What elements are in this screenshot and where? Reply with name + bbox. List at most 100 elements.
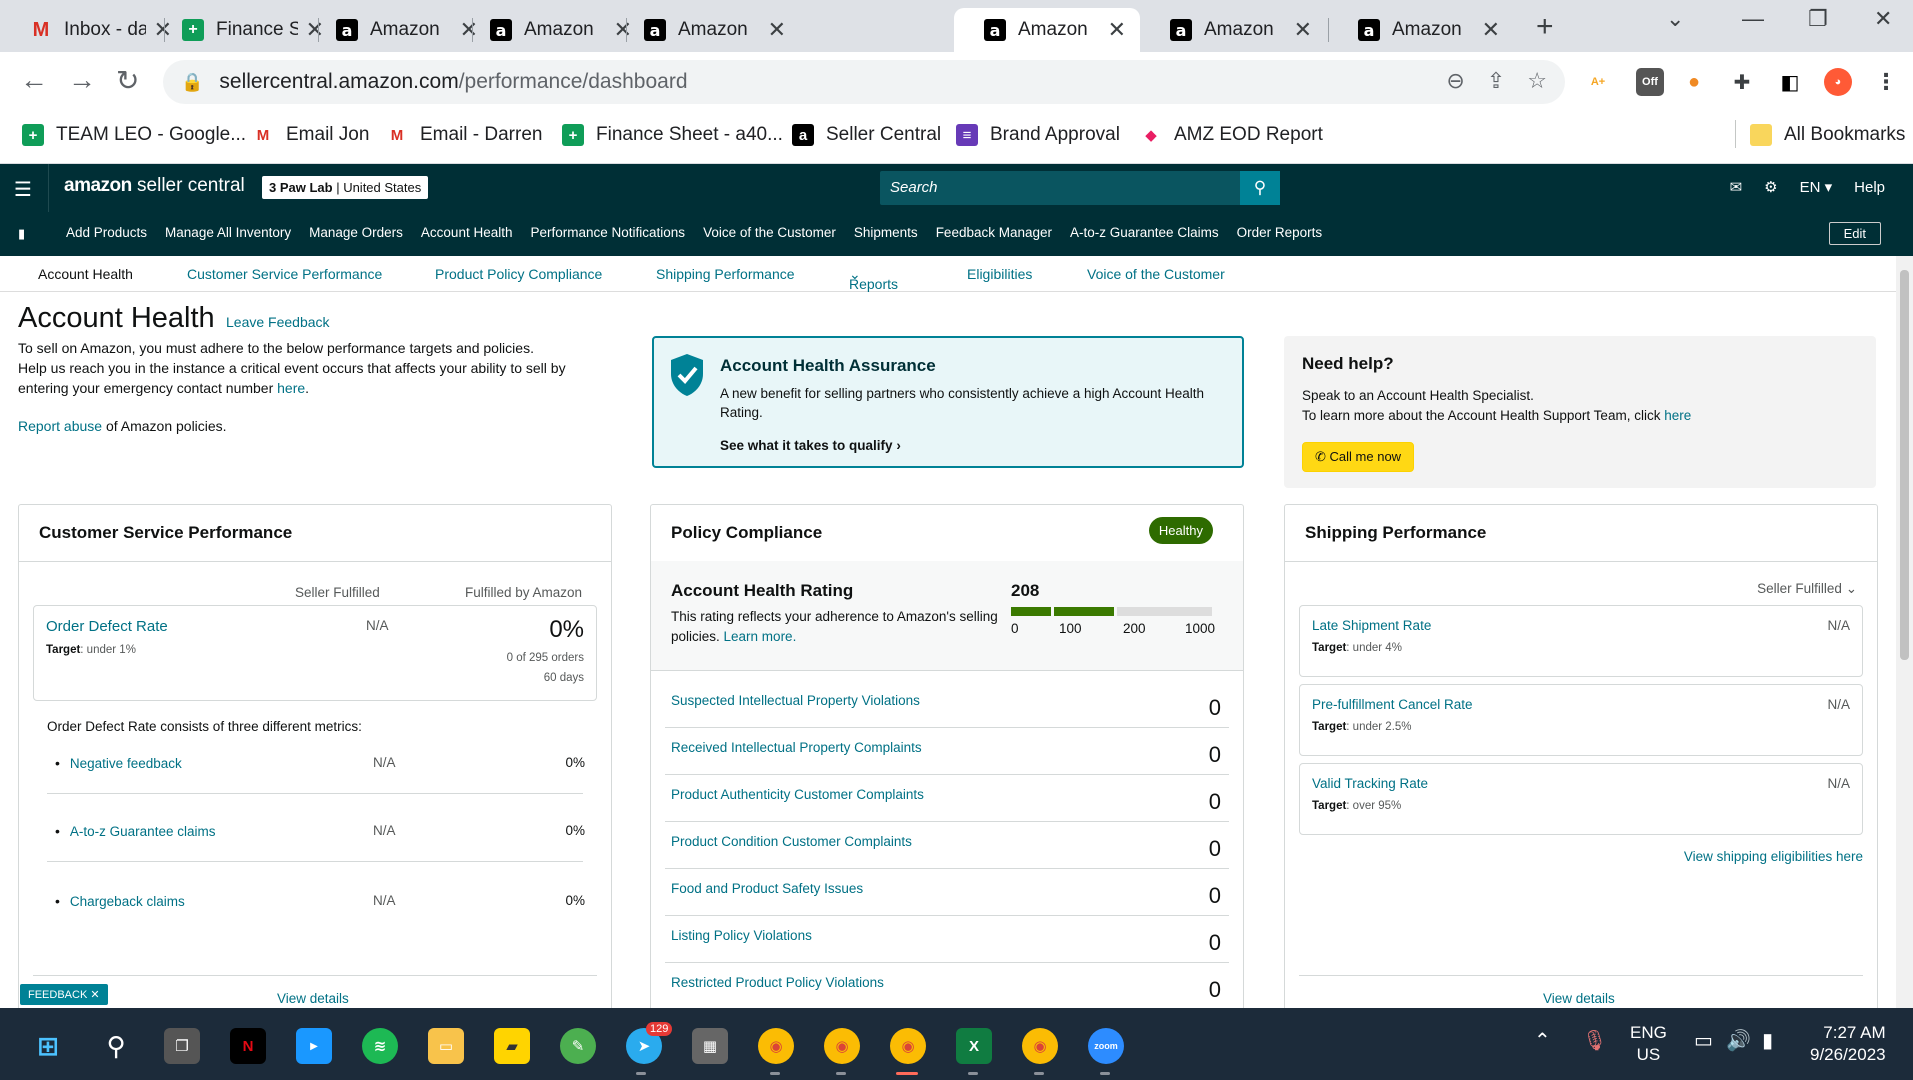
close-window-icon[interactable]: ✕ [1874, 6, 1892, 32]
network-icon[interactable]: ▭ [1694, 1030, 1713, 1052]
back-icon[interactable]: ← [20, 64, 48, 96]
shipping-eligibilities-link[interactable]: View shipping eligibilities here [1684, 849, 1863, 864]
bookmark-item[interactable]: ◆ AMZ EOD Report [1140, 124, 1323, 146]
nav-manage-inventory[interactable]: Manage All Inventory [165, 225, 291, 240]
negative-feedback-link[interactable]: Negative feedback [55, 755, 182, 771]
browser-tab[interactable]: a Amazon ✕ [614, 8, 800, 52]
subnav-voice-of-customer[interactable]: Voice of the Customer [1087, 266, 1225, 282]
chrome-icon[interactable]: ◉ [890, 1028, 926, 1064]
nav-atoz-claims[interactable]: A-to-z Guarantee Claims [1070, 225, 1219, 240]
bookmark-icon[interactable]: ▮ [18, 226, 25, 242]
nav-account-health[interactable]: Account Health [421, 225, 513, 240]
subnav-reports[interactable]: Reports ⌄ [849, 266, 898, 292]
support-team-link[interactable]: here [1664, 408, 1691, 423]
close-icon[interactable]: ✕ [768, 17, 786, 43]
star-icon[interactable]: ☆ [1527, 68, 1547, 94]
profile-avatar[interactable]: ◕ [1824, 68, 1852, 96]
minimize-icon[interactable]: — [1742, 6, 1764, 32]
calculator-icon[interactable]: ▦ [692, 1028, 728, 1064]
tab-search-icon[interactable]: ⌄ [1666, 6, 1684, 32]
address-bar[interactable]: 🔒 sellercentral.amazon.com/performance/d… [163, 60, 1565, 104]
language-indicator[interactable]: ENG US [1630, 1022, 1667, 1066]
browser-tab-active[interactable]: a Amazon ✕ [954, 8, 1140, 52]
microphone-icon[interactable]: 🎙 [1582, 1030, 1607, 1052]
prime-video-icon[interactable]: ▶ [296, 1028, 332, 1064]
bookmark-item[interactable]: a Seller Central [792, 124, 941, 146]
chrome-icon[interactable]: ◉ [758, 1028, 794, 1064]
nav-performance-notifications[interactable]: Performance Notifications [530, 225, 685, 240]
language-selector[interactable]: EN ▾ [1800, 178, 1833, 196]
call-me-now-button[interactable]: ✆ Call me now [1302, 442, 1415, 472]
emergency-contact-link[interactable]: here [277, 380, 305, 396]
side-panel-icon[interactable]: ◧ [1776, 68, 1804, 96]
atoz-claims-link[interactable]: A-to-z Guarantee claims [55, 823, 216, 839]
battery-icon[interactable]: ▮ [1762, 1030, 1773, 1052]
edit-button[interactable]: Edit [1828, 222, 1881, 245]
nav-feedback-manager[interactable]: Feedback Manager [936, 225, 1052, 240]
close-icon[interactable]: ✕ [1294, 17, 1312, 43]
nav-shipments[interactable]: Shipments [854, 225, 918, 240]
subnav-eligibilities[interactable]: Eligibilities [967, 266, 1032, 282]
gear-icon[interactable]: ⚙ [1764, 178, 1777, 196]
spotify-icon[interactable]: ≋ [362, 1028, 398, 1064]
new-tab-button[interactable]: + [1536, 10, 1554, 44]
volume-icon[interactable]: 🔊 [1726, 1030, 1751, 1052]
chrome-icon[interactable]: ◉ [1022, 1028, 1058, 1064]
subnav-customer-service[interactable]: Customer Service Performance [187, 266, 382, 282]
hamburger-menu-icon[interactable]: ☰ [14, 177, 32, 202]
fulfillment-filter[interactable]: Seller Fulfilled ⌄ [1757, 581, 1857, 597]
forward-icon[interactable]: → [68, 64, 96, 96]
subnav-shipping[interactable]: Shipping Performance [656, 266, 795, 282]
zoom-icon[interactable]: zoom [1088, 1028, 1124, 1064]
bookmark-item[interactable]: M Email - Darren [386, 124, 543, 146]
bookmark-item[interactable]: ≡ Brand Approval [956, 124, 1120, 146]
subnav-product-policy[interactable]: Product Policy Compliance [435, 266, 602, 282]
task-view-icon[interactable]: ❐ [164, 1028, 200, 1064]
nav-voice-of-customer[interactable]: Voice of the Customer [703, 225, 836, 240]
file-explorer-icon[interactable]: ▭ [428, 1028, 464, 1064]
browser-tab[interactable]: a Amazon ✕ [1140, 8, 1326, 52]
chrome-icon[interactable]: ◉ [824, 1028, 860, 1064]
chargeback-claims-link[interactable]: Chargeback claims [55, 893, 185, 909]
paint-icon[interactable]: ✎ [560, 1028, 596, 1064]
clock[interactable]: 7:27 AM 9/26/2023 [1810, 1022, 1886, 1066]
search-button[interactable]: ⚲ [1240, 171, 1280, 205]
bookmark-item[interactable]: + TEAM LEO - Google... [22, 124, 246, 146]
help-link[interactable]: Help [1854, 179, 1885, 196]
all-bookmarks[interactable]: All Bookmarks [1750, 124, 1905, 146]
restore-icon[interactable]: ❐ [1808, 6, 1828, 32]
nav-manage-orders[interactable]: Manage Orders [309, 225, 403, 240]
seller-central-logo[interactable]: amazon seller central [64, 175, 245, 197]
learn-more-link[interactable]: Learn more. [724, 629, 797, 644]
report-abuse-link[interactable]: Report abuse [18, 418, 102, 434]
chevron-up-icon[interactable]: ⌃ [1534, 1030, 1551, 1052]
subnav-account-health[interactable]: Account Health [38, 266, 133, 282]
browser-tab[interactable]: a Amazon ✕ [1328, 8, 1514, 52]
bookmark-item[interactable]: M Email Jon [252, 124, 370, 146]
close-icon[interactable]: ✕ [1108, 17, 1126, 43]
excel-icon[interactable]: X [956, 1028, 992, 1064]
firefox-extension-icon[interactable]: ● [1680, 68, 1708, 96]
sticky-notes-icon[interactable]: ▰ [494, 1028, 530, 1064]
scout-extension-icon[interactable]: A+ [1584, 68, 1612, 96]
search-input[interactable]: Search [880, 171, 1280, 205]
csp-view-details[interactable]: View details [277, 991, 349, 1006]
netflix-icon[interactable]: N [230, 1028, 266, 1064]
windows-start-icon[interactable]: ⊞ [30, 1028, 66, 1064]
qualify-link[interactable]: See what it takes to qualify › [720, 438, 901, 453]
leave-feedback-link[interactable]: Leave Feedback [226, 314, 330, 330]
off-extension-icon[interactable]: Off [1636, 68, 1664, 96]
shipping-view-details[interactable]: View details [1543, 991, 1615, 1006]
nav-add-products[interactable]: Add Products [66, 225, 147, 240]
search-icon[interactable]: ⚲ [98, 1028, 134, 1064]
reload-icon[interactable]: ↻ [116, 64, 139, 97]
share-icon[interactable]: ⇪ [1487, 68, 1505, 94]
close-icon[interactable]: ✕ [1482, 17, 1500, 43]
nav-order-reports[interactable]: Order Reports [1237, 225, 1323, 240]
mail-icon[interactable]: ✉ [1730, 178, 1743, 196]
menu-icon[interactable]: ⋮ [1872, 68, 1900, 96]
account-switcher[interactable]: 3 Paw Lab | United States [262, 176, 429, 199]
odr-link[interactable]: Order Defect Rate [46, 618, 168, 635]
bookmark-item[interactable]: + Finance Sheet - a40... [562, 124, 783, 146]
feedback-button[interactable]: FEEDBACK ✕ [20, 984, 108, 1005]
